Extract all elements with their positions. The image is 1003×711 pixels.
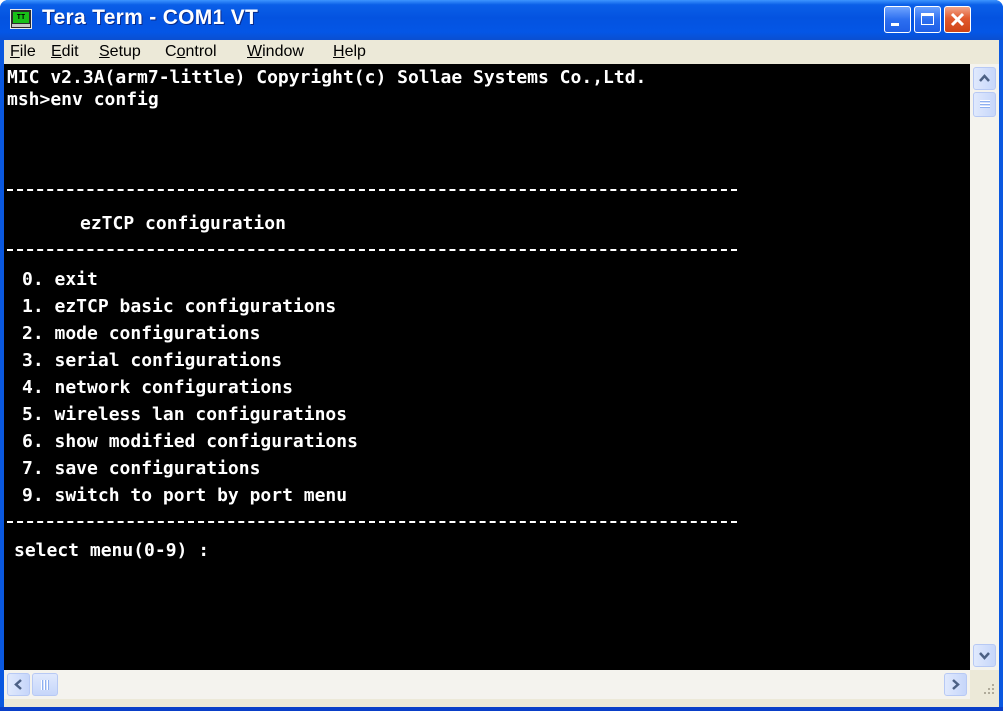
menu-window-accel: W	[247, 43, 263, 60]
title-bar[interactable]: TT Tera Term - COM1 VT	[0, 0, 1003, 40]
menu-file[interactable]: File	[6, 43, 40, 61]
window-title: Tera Term - COM1 VT	[42, 6, 259, 29]
menu-option-7: 7. save configurations	[22, 458, 261, 479]
scroll-up-button[interactable]	[973, 67, 996, 90]
separator-top	[7, 189, 737, 191]
horizontal-scrollbar[interactable]	[4, 670, 970, 699]
window-bottom-border	[0, 707, 1003, 711]
scroll-left-button[interactable]	[7, 673, 30, 696]
menu-control[interactable]: Control	[161, 43, 221, 61]
grip-icon	[41, 680, 49, 690]
teraterm-app-icon[interactable]: TT	[10, 9, 32, 29]
menu-setup[interactable]: Setup	[95, 43, 145, 61]
menu-edit[interactable]: Edit	[47, 43, 83, 61]
maximize-icon	[921, 13, 934, 25]
menu-option-2: 2. mode configurations	[22, 323, 261, 344]
command-line: msh>env config	[7, 89, 159, 110]
minimize-icon	[891, 23, 899, 26]
chevron-down-icon	[979, 652, 990, 660]
config-heading: ezTCP configuration	[80, 213, 286, 234]
close-icon	[950, 12, 965, 27]
vertical-scroll-thumb[interactable]	[973, 92, 996, 117]
menu-edit-accel: E	[51, 43, 62, 60]
menu-option-1: 1. ezTCP basic configurations	[22, 296, 337, 317]
menu-option-6: 6. show modified configurations	[22, 431, 358, 452]
scroll-right-button[interactable]	[944, 673, 967, 696]
menu-bar: File Edit Setup Control Window Help	[4, 40, 999, 64]
chevron-up-icon	[979, 74, 990, 82]
horizontal-scroll-thumb[interactable]	[32, 673, 58, 696]
menu-help-label: elp	[344, 43, 366, 60]
separator-heading	[7, 249, 737, 251]
separator-bottom	[7, 521, 737, 523]
menu-option-5: 5. wireless lan configuratinos	[22, 404, 348, 425]
maximize-button[interactable]	[914, 6, 941, 33]
menu-setup-accel: S	[99, 43, 110, 60]
teraterm-window: TT Tera Term - COM1 VT File Edit Setup C…	[0, 0, 1003, 711]
menu-option-9: 9. switch to port by port menu	[22, 485, 348, 506]
chevron-left-icon	[14, 679, 22, 690]
menu-file-label: ile	[19, 43, 36, 60]
menu-window[interactable]: Window	[243, 43, 308, 61]
menu-help-accel: H	[333, 43, 345, 60]
menu-help[interactable]: Help	[329, 43, 370, 61]
menu-window-label: indow	[262, 43, 304, 60]
client-area: MIC v2.3A(arm7-little) Copyright(c) Soll…	[4, 64, 999, 707]
vertical-scrollbar[interactable]	[970, 64, 999, 670]
banner-line: MIC v2.3A(arm7-little) Copyright(c) Soll…	[7, 67, 647, 88]
app-icon-screen: TT	[13, 12, 29, 23]
select-prompt: select menu(0-9) :	[14, 540, 210, 561]
close-button[interactable]	[944, 6, 971, 33]
minimize-button[interactable]	[884, 6, 911, 33]
grip-icon	[980, 100, 990, 108]
scroll-down-button[interactable]	[973, 644, 996, 667]
menu-file-accel: F	[10, 43, 20, 60]
resize-grip-icon	[984, 684, 994, 694]
menu-option-3: 3. serial configurations	[22, 350, 283, 371]
menu-option-0: 0. exit	[22, 269, 98, 290]
menu-control-label: ntrol	[185, 43, 217, 60]
menu-edit-label: dit	[61, 43, 79, 60]
menu-option-4: 4. network configurations	[22, 377, 293, 398]
resize-grip[interactable]	[970, 670, 999, 699]
app-icon-base	[12, 24, 30, 27]
terminal-screen[interactable]: MIC v2.3A(arm7-little) Copyright(c) Soll…	[4, 64, 970, 670]
menu-setup-label: etup	[109, 43, 141, 60]
chevron-right-icon	[952, 679, 960, 690]
menu-control-prefix: C	[165, 43, 177, 60]
